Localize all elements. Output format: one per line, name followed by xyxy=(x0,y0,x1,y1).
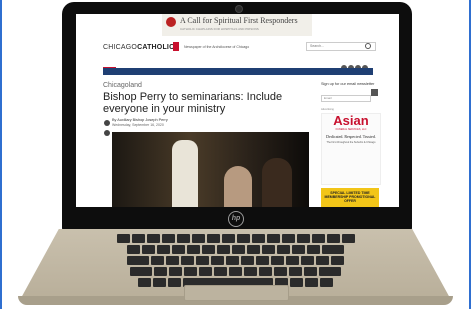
promo-ad-text: SPECIAL LIMITED TIME MEMBERSHIP PROMOTIO… xyxy=(324,191,376,203)
subnav-covid[interactable]: Covid-19 xyxy=(157,78,171,82)
logo-suffix: CATHOLIC xyxy=(137,44,175,51)
keyboard-row-top xyxy=(88,256,383,265)
keyboard-row-home xyxy=(88,267,383,276)
keyboard-row-num xyxy=(88,245,383,254)
main-nav: News Commentary Reviews Photos Events Ob… xyxy=(103,58,373,73)
ad-subtitle: CATHOLIC CHAPLAINS FOR HOSPITALS AND PRI… xyxy=(180,27,259,31)
seal-icon xyxy=(166,17,176,27)
newsletter-go-button[interactable] xyxy=(371,89,378,96)
asian-ad-tagline: Dedicated. Respected. Trusted. xyxy=(326,134,376,139)
subnav-scripture[interactable]: Scripture xyxy=(180,78,194,82)
photo-figure-bishop xyxy=(172,140,198,207)
advertising-label: Advertising xyxy=(321,108,334,111)
subnav-current-issue[interactable]: Current issue xyxy=(297,78,318,82)
laptop-screen: A Call for Spiritual First Responders CA… xyxy=(76,14,399,207)
asian-ad-logo: Asian xyxy=(333,113,369,128)
subnav-more[interactable]: More xyxy=(202,78,210,82)
article-date: Wednesday, September 16, 2020 xyxy=(112,123,164,127)
newsletter-signup-label: Sign up for our email newsletter xyxy=(321,82,375,86)
article-photo xyxy=(112,132,309,207)
keyboard xyxy=(88,234,383,287)
search-icon[interactable] xyxy=(365,43,371,49)
photo-figure-woman-left xyxy=(224,166,252,207)
twitter-share-icon[interactable] xyxy=(104,130,110,136)
facebook-share-icon[interactable] xyxy=(104,120,110,126)
touchpad[interactable] xyxy=(184,285,289,301)
article-section[interactable]: Chicagoland xyxy=(103,82,142,89)
webcam-icon xyxy=(236,6,242,12)
logo-prefix: CHICAGO xyxy=(103,44,138,51)
sub-nav: Trending: Pope Francis Covid-19 Scriptur… xyxy=(103,68,373,82)
promo-ad[interactable]: SPECIAL LIMITED TIME MEMBERSHIP PROMOTIO… xyxy=(321,188,379,207)
cross-icon xyxy=(173,42,179,51)
ad-title: A Call for Spiritual First Responders xyxy=(180,16,298,25)
asian-ad-sub: FUNERAL SERVICES, LLC xyxy=(335,128,367,131)
asian-ad-lines: The First throughout the Suburbs & Chica… xyxy=(326,141,376,144)
article-byline: By Auxiliary Bishop Joseph Perry xyxy=(112,118,168,122)
hp-logo: hp xyxy=(228,211,244,227)
top-banner-ad[interactable]: A Call for Spiritual First Responders CA… xyxy=(162,14,312,36)
site-tagline: Newspaper of the Archdiocese of Chicago xyxy=(184,45,250,49)
article-headline: Bishop Perry to seminarians: Include eve… xyxy=(103,91,283,115)
laptop-bezel: A Call for Spiritual First Responders CA… xyxy=(62,2,412,230)
laptop-chin: hp xyxy=(62,207,412,230)
sidebar: Sign up for our email newsletter Email A… xyxy=(321,82,383,207)
keyboard-row-fn xyxy=(88,234,383,243)
asian-funeral-ad[interactable]: Asian FUNERAL SERVICES, LLC Dedicated. R… xyxy=(321,113,381,185)
newsletter-email-input[interactable]: Email xyxy=(321,95,371,102)
site-logo[interactable]: CHICAGOCATHOLIC xyxy=(103,44,174,51)
photo-figure-woman-right xyxy=(262,158,292,207)
